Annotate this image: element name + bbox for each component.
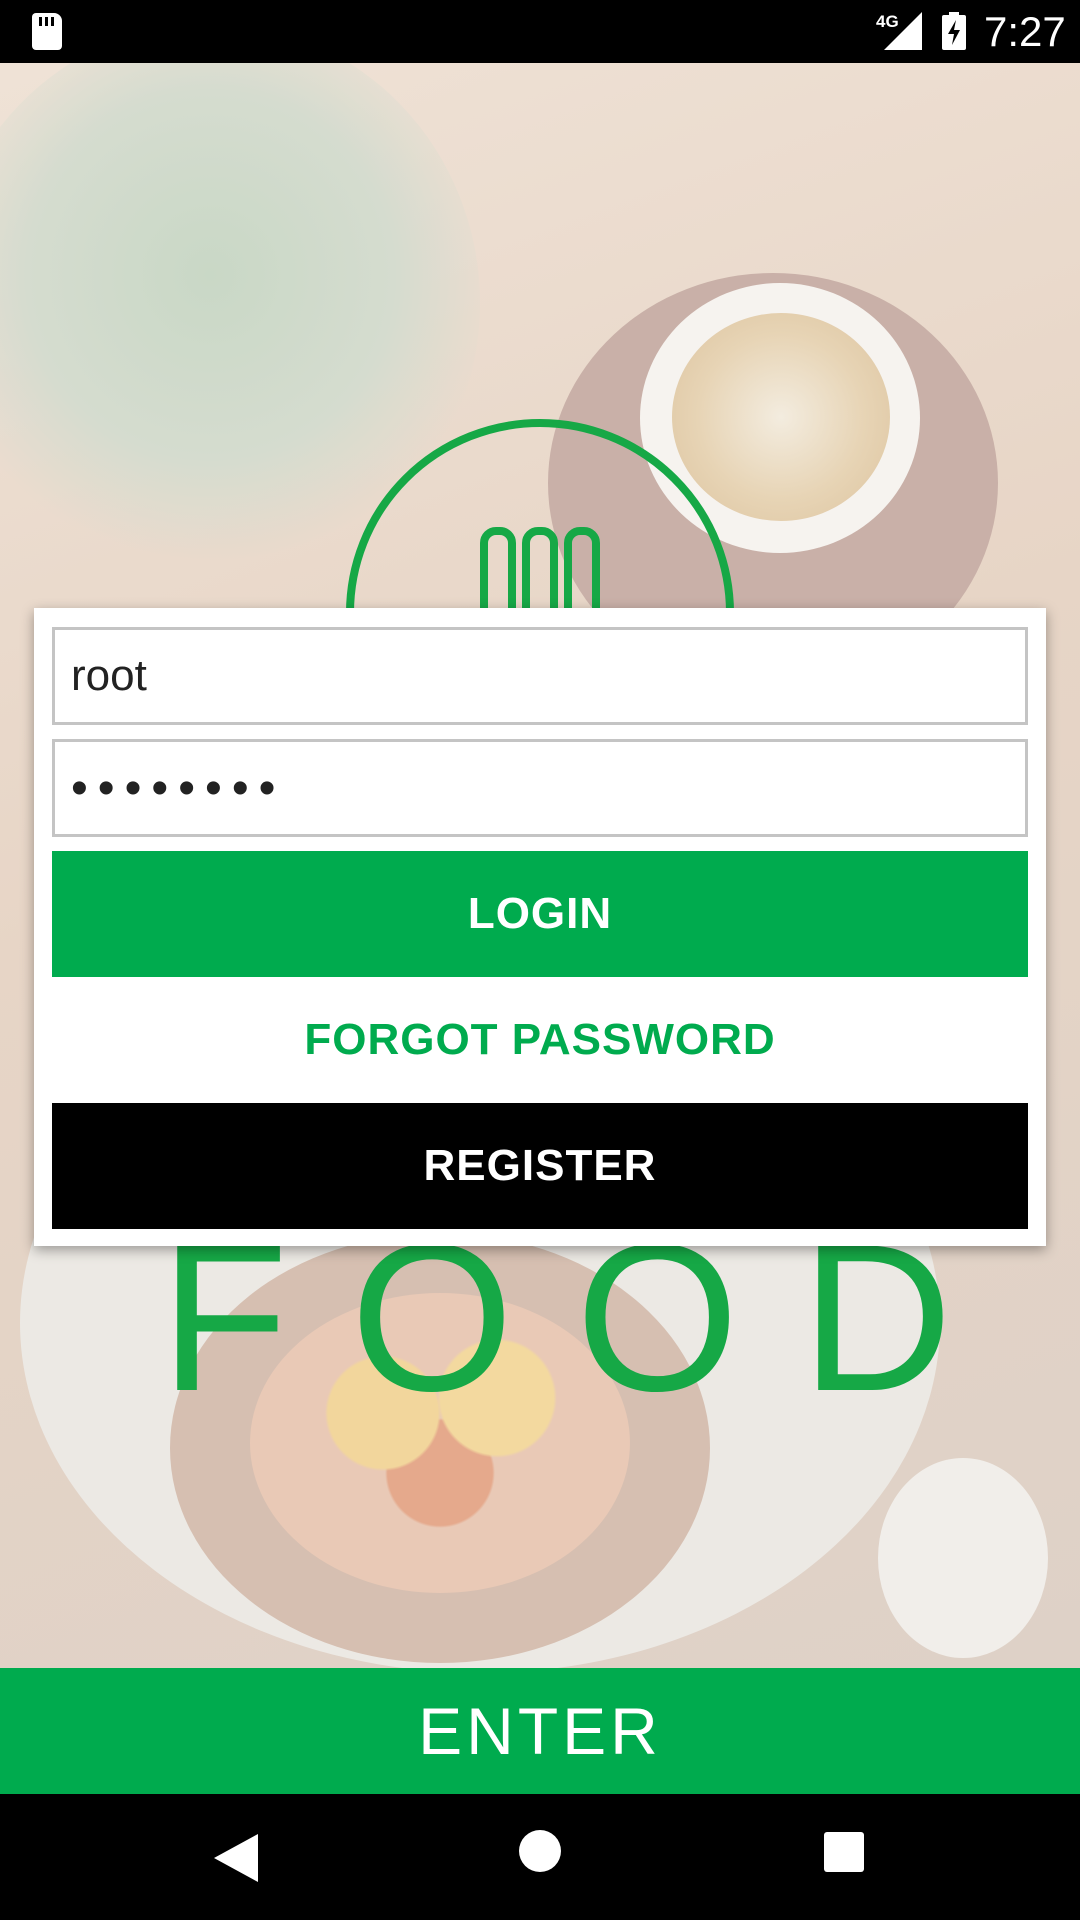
login-dialog: root •••••••• LOGIN FORGOT PASSWORD REGI… [34, 608, 1046, 1246]
navigation-bar [0, 1794, 1080, 1920]
battery-charging-icon [942, 12, 966, 50]
status-bar: 4G 7:27 [0, 0, 1080, 63]
sd-card-icon [32, 13, 62, 50]
logo-ring [346, 419, 734, 614]
register-button[interactable]: REGISTER [52, 1103, 1028, 1229]
signal-icon [884, 12, 922, 50]
back-icon[interactable] [214, 1834, 258, 1882]
clock: 7:27 [984, 8, 1066, 55]
username-field[interactable]: root [52, 627, 1028, 725]
home-icon[interactable] [519, 1830, 561, 1872]
password-field[interactable]: •••••••• [52, 739, 1028, 837]
recents-icon[interactable] [824, 1832, 864, 1872]
login-button[interactable]: LOGIN [52, 851, 1028, 977]
enter-button[interactable]: ENTER [0, 1668, 1080, 1794]
forgot-password-button[interactable]: FORGOT PASSWORD [52, 977, 1028, 1103]
